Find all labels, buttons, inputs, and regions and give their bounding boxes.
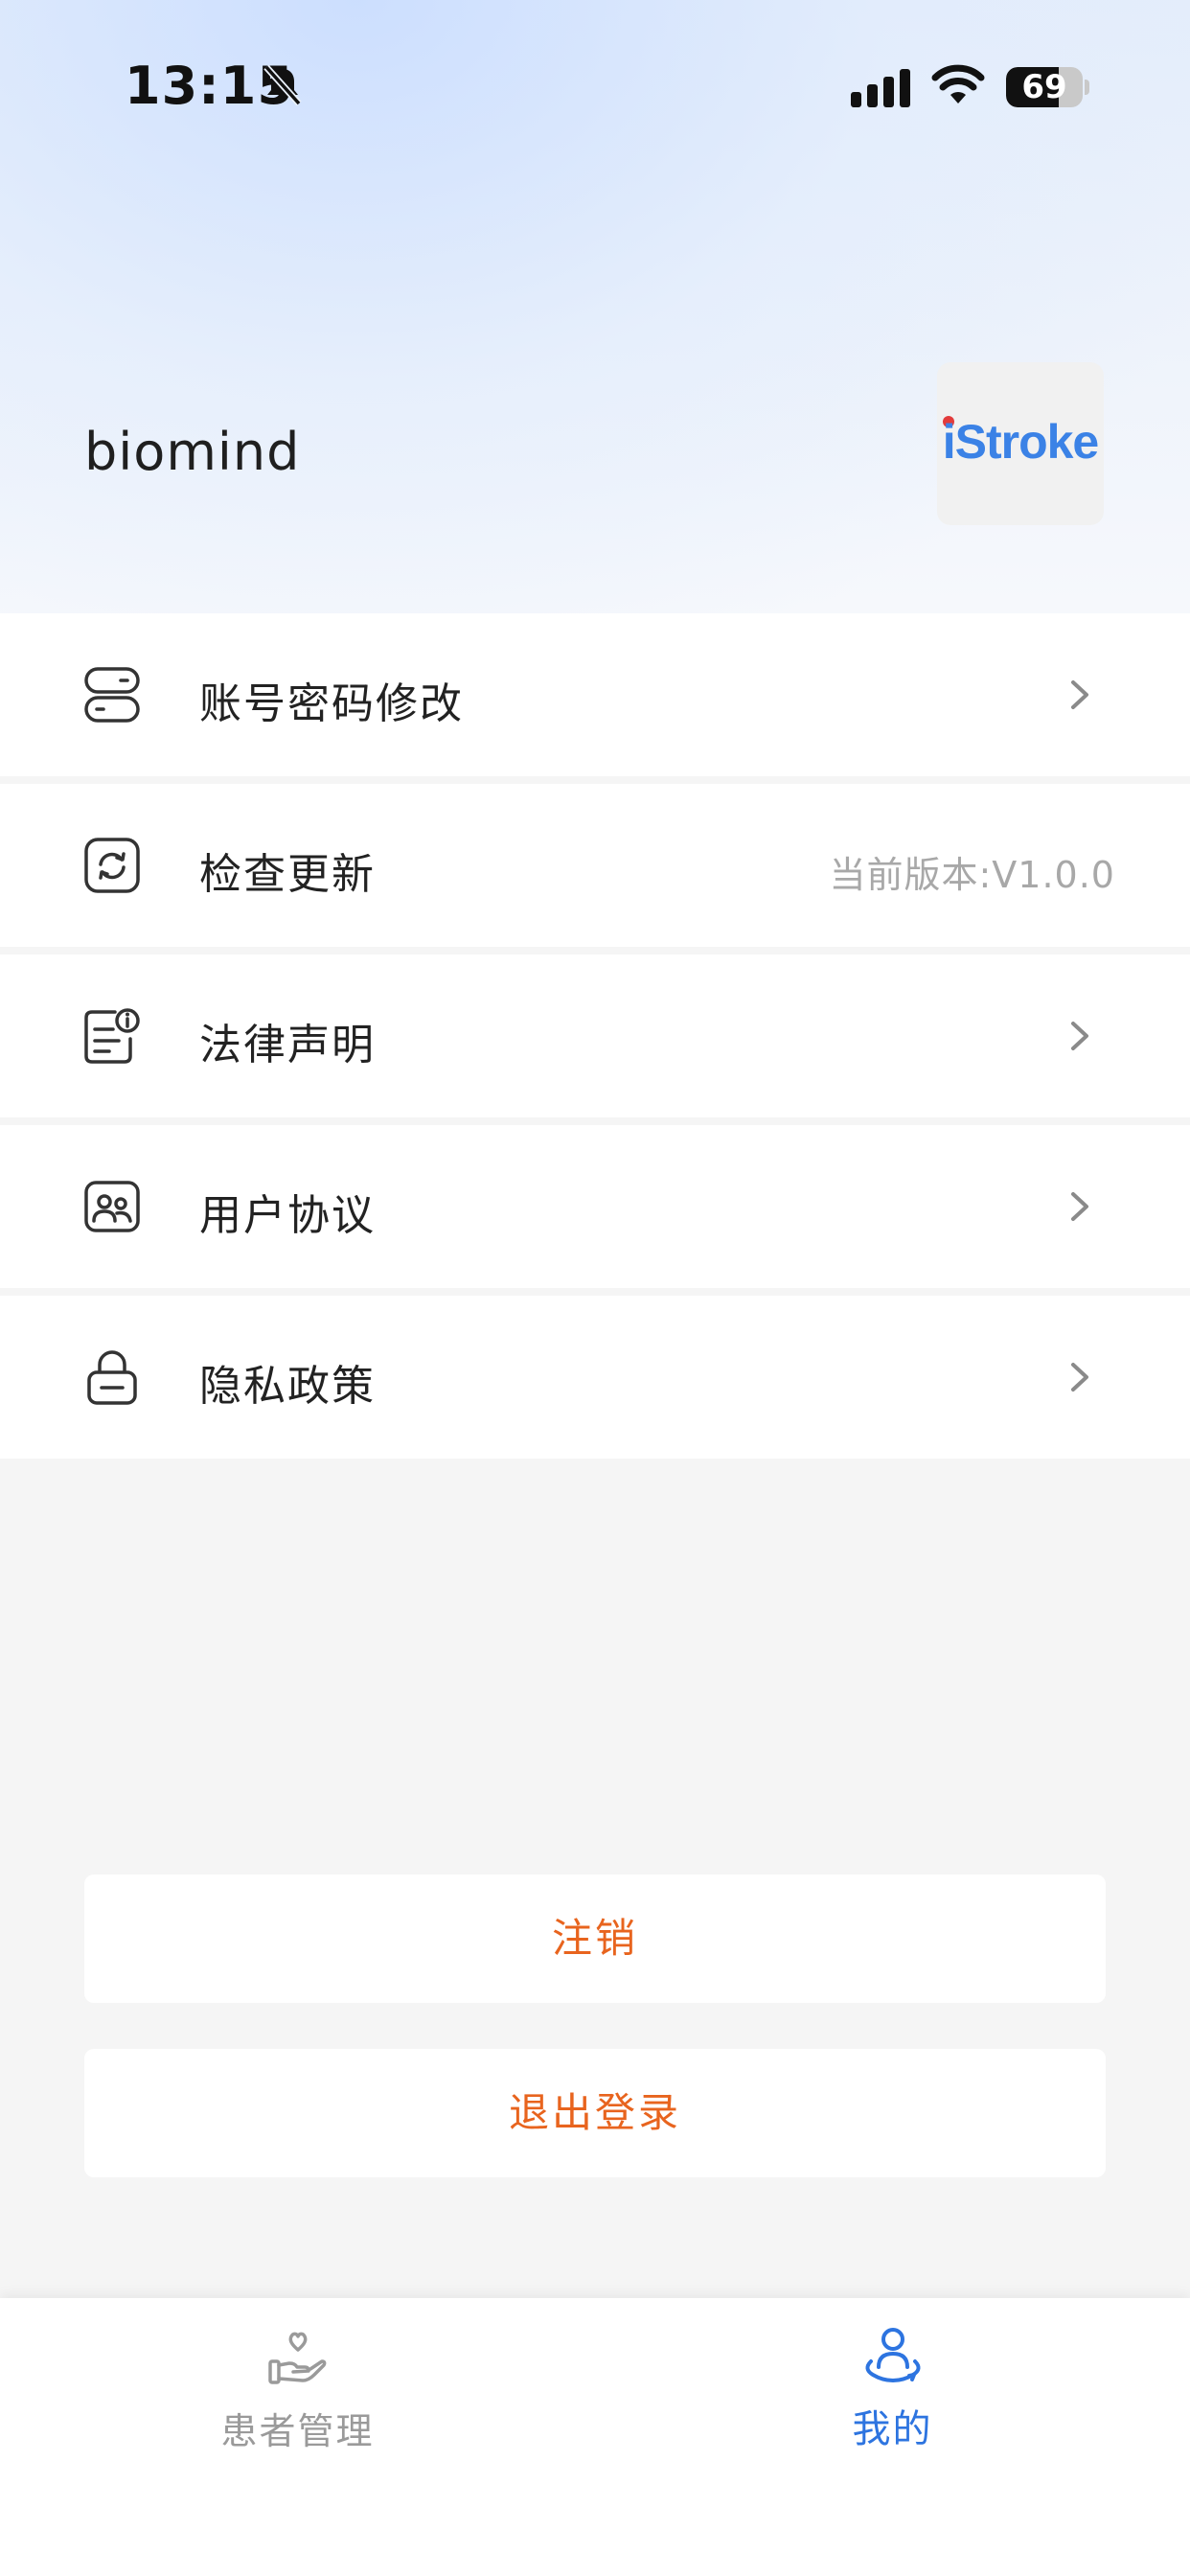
menu-item-user-agreement[interactable]: 用户协议 [0,1125,1190,1288]
chevron-right-icon [1071,1363,1088,1392]
update-icon [84,838,140,893]
tab-patient-management[interactable]: 患者管理 [0,2298,595,2490]
account-password-icon [84,667,140,723]
tab-label: 患者管理 [220,2410,375,2452]
cancel-account-button[interactable]: 注销 [84,1874,1106,2003]
menu-item-label: 法律声明 [199,1021,376,1070]
logout-button[interactable]: 退出登录 [84,2049,1106,2177]
wifi-icon [931,64,985,104]
chevron-right-icon [1071,1022,1088,1050]
tab-mine[interactable]: 我的 [595,2298,1190,2490]
tab-label: 我的 [852,2407,933,2451]
status-bar: 13:15 69 [0,0,1190,172]
settings-menu: 账号密码修改 检查更新 当前版本:V1.0.0 法律声明 用户协议 隐私政策 [0,613,1190,1459]
menu-item-label: 隐私政策 [199,1362,376,1411]
menu-item-label: 用户协议 [199,1191,376,1240]
menu-item-check-update[interactable]: 检查更新 当前版本:V1.0.0 [0,784,1190,947]
chevron-right-icon [1071,1192,1088,1221]
bell-off-icon [263,64,302,106]
menu-item-privacy-policy[interactable]: 隐私政策 [0,1296,1190,1459]
app-logo: iStroke [937,362,1104,525]
cellular-signal-icon [851,69,910,107]
lock-icon [87,1350,137,1405]
battery-indicator: 69 [1006,67,1089,107]
menu-item-label: 账号密码修改 [199,679,464,728]
heart-hand-icon [268,2332,327,2384]
bottom-tab-bar: 患者管理 我的 [0,2298,1190,2576]
menu-item-legal-statement[interactable]: 法律声明 [0,954,1190,1117]
username: biomind [84,422,301,482]
battery-level: 69 [1021,68,1067,106]
menu-item-label: 检查更新 [199,850,376,899]
menu-item-account-password[interactable]: 账号密码修改 [0,613,1190,776]
user-profile-icon [865,2328,921,2383]
current-version: 当前版本:V1.0.0 [829,854,1115,896]
user-agreement-icon [84,1181,140,1232]
chevron-right-icon [1071,680,1088,709]
logo-text: iStroke [942,415,1100,469]
legal-document-icon [84,1008,140,1064]
